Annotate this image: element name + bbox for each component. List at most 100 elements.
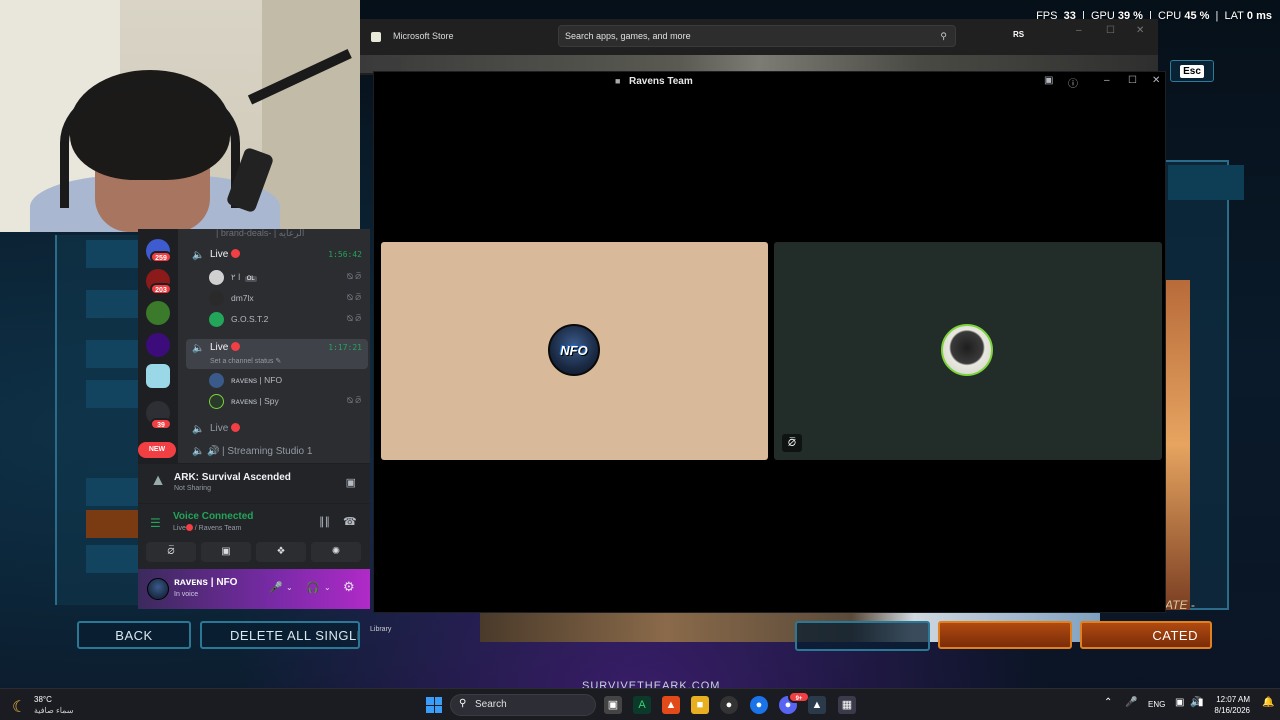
game-list-row[interactable]: [86, 545, 140, 573]
voice-channel-live-1[interactable]: 🔈 Live 1:56:42: [186, 247, 366, 265]
channel-status-hint[interactable]: Set a channel status ✎: [210, 357, 281, 365]
game-button-orange[interactable]: [938, 621, 1072, 649]
discord-default-avatar: [209, 312, 224, 327]
weather-condition: سماء صافية: [34, 706, 74, 715]
game-right-header: [1168, 165, 1244, 200]
user-avatar[interactable]: [147, 578, 169, 600]
participant-tile-nfo[interactable]: NFO: [381, 242, 768, 460]
store-search-input[interactable]: Search apps, games, and more ⚲: [558, 25, 956, 47]
avatar: [209, 291, 224, 306]
voice-member[interactable]: ʀᴀᴠᴇɴs | NFO: [209, 373, 369, 389]
voice-channel-info[interactable]: Live / Ravens Team: [173, 524, 241, 532]
game-list-row[interactable]: [86, 380, 140, 408]
delete-all-single-button[interactable]: DELETE ALL SINGLE I: [200, 621, 360, 649]
share-screen-icon[interactable]: ▣: [346, 476, 356, 489]
maximize-icon[interactable]: ☐: [1106, 25, 1115, 36]
user-panel: ʀᴀᴠᴇɴs | NFO In voice 🎤 ⌄ 🎧 ⌄ ⚙: [138, 569, 370, 609]
back-button[interactable]: BACK: [77, 621, 191, 649]
soundboard-button[interactable]: ✺: [311, 542, 361, 562]
camera-toggle-button[interactable]: ⦱: [146, 542, 196, 562]
chrome-icon[interactable]: ●: [750, 696, 768, 714]
search-icon: ⚲: [459, 698, 467, 709]
weather-temp: 38°C: [34, 695, 52, 704]
esc-label: Esc: [1180, 64, 1204, 78]
esc-button[interactable]: Esc: [1170, 60, 1214, 82]
game-list-row[interactable]: [86, 340, 140, 368]
member-name: dm7lx: [231, 293, 254, 303]
voice-status[interactable]: Voice Connected: [173, 511, 253, 522]
file-explorer-icon[interactable]: ■: [691, 696, 709, 714]
task-view-icon[interactable]: ▣: [604, 696, 622, 714]
battery-icon[interactable]: ▮: [1198, 697, 1204, 708]
microphone-icon[interactable]: 🎤: [269, 581, 283, 594]
game-list-row-selected[interactable]: [86, 510, 140, 538]
minimize-icon[interactable]: –: [1104, 75, 1110, 86]
disconnect-icon[interactable]: ☎: [343, 515, 357, 528]
taskbar-search[interactable]: ⚲ Search: [450, 694, 596, 716]
voice-member[interactable]: G.O.S.T.2 ⦰⦱: [209, 312, 369, 328]
new-pill[interactable]: NEW: [138, 442, 176, 458]
noise-suppression-icon[interactable]: ∥∥: [319, 515, 330, 528]
ark-game-icon: ▲: [150, 472, 166, 489]
live-dot: [231, 249, 241, 258]
store-account-avatar[interactable]: RS: [1013, 30, 1024, 39]
live-dot: [231, 423, 241, 432]
screen-share-button[interactable]: ▣: [201, 542, 251, 562]
text-channel-brand-deals[interactable]: | brand-deals- | الرعايه: [178, 229, 370, 239]
nvidia-app-icon[interactable]: A: [633, 696, 651, 714]
help-icon[interactable]: ⓘ: [1068, 75, 1078, 90]
close-icon[interactable]: ✕: [1136, 25, 1144, 36]
gear-icon[interactable]: ⚙: [343, 579, 355, 595]
window-titlebar: ■ Ravens Team ▣ ⓘ – ☐ ✕: [374, 72, 1165, 92]
game-button-empty[interactable]: [795, 621, 930, 651]
member-name: ʀᴀᴠᴇɴs | NFO: [231, 375, 283, 385]
clock[interactable]: 12:07 AM 8/16/2026: [1212, 694, 1250, 716]
microsoft-store-icon[interactable]: ▦: [838, 696, 856, 714]
microphone-tray-icon[interactable]: 🎤: [1125, 697, 1137, 708]
voice-member[interactable]: dm7lx ⦰⦱: [209, 291, 369, 307]
clock-time: 12:07 AM: [1216, 695, 1250, 704]
server-icon[interactable]: [146, 301, 170, 325]
maximize-icon[interactable]: ☐: [1128, 75, 1137, 86]
game-list-row[interactable]: [86, 240, 140, 268]
network-icon[interactable]: ▣: [1175, 697, 1184, 708]
unread-badge: 39: [150, 418, 172, 430]
game-list-row[interactable]: [86, 290, 140, 318]
window-title: Ravens Team: [629, 76, 693, 87]
library-label[interactable]: Library: [370, 626, 391, 633]
chevron-down-icon[interactable]: ⌄: [324, 583, 331, 592]
headphones-icon[interactable]: 🎧: [306, 581, 320, 594]
voice-channel-streaming-studio[interactable]: 🔈 🔊 | Streaming Studio 1: [186, 444, 366, 462]
activities-button[interactable]: ❖: [256, 542, 306, 562]
chevron-down-icon[interactable]: ⌄: [286, 583, 293, 592]
user-name[interactable]: ʀᴀᴠᴇɴs | NFO: [174, 577, 237, 588]
popout-icon[interactable]: ▣: [1044, 75, 1053, 86]
signal-icon[interactable]: ☰: [150, 516, 161, 530]
brave-browser-icon[interactable]: ▲: [662, 696, 680, 714]
server-icon[interactable]: [146, 333, 170, 357]
taskbar-search-label: Search: [475, 699, 507, 710]
speaker-icon: 🔈: [192, 250, 205, 261]
voice-channel-live-2[interactable]: 🔈 Live 1:17:21: [186, 340, 366, 358]
server-icon[interactable]: [146, 364, 170, 388]
participant-tile-spy[interactable]: ⦱: [774, 242, 1162, 460]
notification-bell-icon[interactable]: 🔔: [1262, 697, 1274, 708]
voice-member[interactable]: ا ٢ OL ⦰⦱: [209, 270, 369, 286]
channel-timer: 1:56:42: [328, 250, 362, 259]
language-indicator[interactable]: ENG: [1148, 700, 1165, 709]
voice-channel-live-3[interactable]: 🔈 Live: [186, 421, 366, 439]
dedicated-button[interactable]: CATED: [1080, 621, 1212, 649]
close-icon[interactable]: ✕: [1152, 75, 1160, 86]
start-button[interactable]: [426, 697, 442, 713]
member-name: G.O.S.T.2: [231, 314, 269, 324]
voice-member[interactable]: ʀᴀᴠᴇɴs | Spy ⦰⦱: [209, 394, 369, 410]
steam-icon[interactable]: ●: [720, 696, 738, 714]
ark-game-taskbar-icon[interactable]: ▲: [808, 696, 826, 714]
store-back-button[interactable]: [373, 58, 401, 72]
create-label: ATE -: [1165, 598, 1195, 612]
game-list-row[interactable]: [86, 478, 140, 506]
chevron-up-icon[interactable]: ⌃: [1104, 697, 1112, 708]
minimize-icon[interactable]: –: [1076, 25, 1082, 36]
search-icon[interactable]: ⚲: [940, 31, 947, 42]
speaker-icon: 🔈: [192, 343, 205, 354]
